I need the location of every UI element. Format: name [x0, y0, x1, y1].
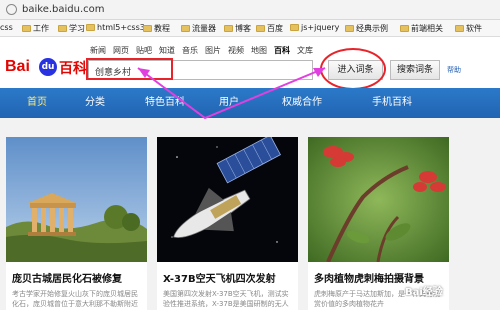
- bookmark-frontend[interactable]: 前端相关: [400, 23, 443, 34]
- bookmark-label: js+jquery: [301, 23, 340, 32]
- bookmark-work[interactable]: 工作: [22, 23, 49, 34]
- baidu-baike-logo[interactable]: Bai du 百科: [5, 56, 87, 80]
- bookmark-label: 经典示例: [356, 24, 388, 33]
- bookmark-blog[interactable]: 博客: [224, 23, 251, 34]
- nav-tieba[interactable]: 贴吧: [136, 45, 152, 56]
- folder-icon: [256, 25, 265, 32]
- card-title[interactable]: 庞贝古城居民化石被修复: [12, 270, 122, 285]
- nav-images[interactable]: 图片: [205, 45, 221, 56]
- bookmark-html5[interactable]: html5+css3: [86, 23, 145, 32]
- nav-music[interactable]: 音乐: [182, 45, 198, 56]
- bookmark-label: 博客: [235, 24, 251, 33]
- search-highlight-box: [86, 58, 173, 80]
- bookmark-label: 百度: [267, 24, 283, 33]
- feature-card[interactable]: 庞贝古城居民化石被修复 考古学家开始修复火山灰下的庞贝城居民化石，庞贝城曾位于意…: [6, 137, 147, 310]
- menu-home[interactable]: 首页: [22, 88, 52, 121]
- folder-icon: [143, 25, 152, 32]
- folder-icon: [224, 25, 233, 32]
- search-entry-button[interactable]: 搜索词条: [390, 60, 440, 80]
- menu-mobile[interactable]: 手机百科: [362, 88, 422, 118]
- crown-of-thorns-flower-image: [308, 137, 449, 262]
- folder-icon: [86, 24, 95, 31]
- nav-web[interactable]: 网页: [113, 45, 129, 56]
- menu-users[interactable]: 用户: [214, 88, 244, 118]
- bookmarks-bar: css 工作 学习 html5+css3 教程 流量器 博客 百度 js+jqu…: [0, 20, 500, 37]
- nav-zhidao[interactable]: 知道: [159, 45, 175, 56]
- globe-icon: [6, 4, 17, 15]
- bookmark-software[interactable]: 软件: [455, 23, 482, 34]
- pompeii-ruins-image: [6, 137, 147, 262]
- folder-icon: [22, 25, 31, 32]
- bookmark-label: html5+css3: [97, 23, 145, 32]
- bookmark-label: 前端相关: [411, 24, 443, 33]
- menu-featured[interactable]: 特色百科: [135, 88, 195, 118]
- folder-icon: [181, 25, 190, 32]
- address-bar[interactable]: baike.baidu.com: [0, 0, 500, 20]
- bookmark-label: 学习: [69, 24, 85, 33]
- feature-card[interactable]: X-37B空天飞机四次发射 美国第四次发射X-37B空天飞机，测试实验性推进系统…: [157, 137, 298, 310]
- nav-video[interactable]: 视频: [228, 45, 244, 56]
- bookmark-examples[interactable]: 经典示例: [345, 23, 388, 34]
- menu-categories[interactable]: 分类: [80, 88, 110, 118]
- enter-button-highlight-circle: [320, 48, 386, 90]
- bookmark-js[interactable]: js+jquery: [290, 23, 339, 32]
- bookmark-label: 工作: [33, 24, 49, 33]
- folder-icon: [58, 25, 67, 32]
- folder-icon: [290, 24, 299, 31]
- nav-wenku[interactable]: 文库: [297, 45, 313, 56]
- bookmark-css[interactable]: css: [0, 23, 13, 32]
- folder-icon: [400, 25, 409, 32]
- bookmark-label: 教程: [154, 24, 170, 33]
- bookmark-label: css: [0, 23, 13, 32]
- main-menu: 首页 分类 特色百科 用户 权威合作 手机百科: [0, 88, 500, 121]
- card-title[interactable]: X-37B空天飞机四次发射: [163, 270, 276, 285]
- logo-bai: Bai: [5, 58, 30, 75]
- logo-du: du: [39, 58, 57, 76]
- menu-partners[interactable]: 权威合作: [272, 88, 332, 118]
- bookmark-study[interactable]: 学习: [58, 23, 85, 34]
- logo-baike: 百科: [59, 61, 87, 77]
- watermark: Bai经验: [405, 287, 443, 298]
- url-text[interactable]: baike.baidu.com: [22, 4, 105, 15]
- x37b-spaceplane-image: [157, 137, 298, 262]
- nav-news[interactable]: 新闻: [90, 45, 106, 56]
- bookmark-baidu[interactable]: 百度: [256, 23, 283, 34]
- bookmark-label: 流量器: [192, 24, 216, 33]
- nav-map[interactable]: 地图: [251, 45, 267, 56]
- bookmark-tutorial[interactable]: 教程: [143, 23, 170, 34]
- bookmark-label: 软件: [466, 24, 482, 33]
- product-nav: 新闻 网页 贴吧 知道 音乐 图片 视频 地图 百科 文库: [90, 45, 320, 56]
- folder-icon: [455, 25, 464, 32]
- bookmark-browser[interactable]: 流量器: [181, 23, 216, 34]
- folder-icon: [345, 25, 354, 32]
- help-link[interactable]: 帮助: [447, 65, 461, 75]
- card-description: 考古学家开始修复火山灰下的庞贝城居民化石，庞贝城曾位于意大利那不勒斯附近: [12, 290, 138, 308]
- card-description: 美国第四次发射X-37B空天飞机，测试实验性推进系统，X-37B是美国研制的无人…: [163, 290, 289, 308]
- nav-baike[interactable]: 百科: [274, 45, 290, 56]
